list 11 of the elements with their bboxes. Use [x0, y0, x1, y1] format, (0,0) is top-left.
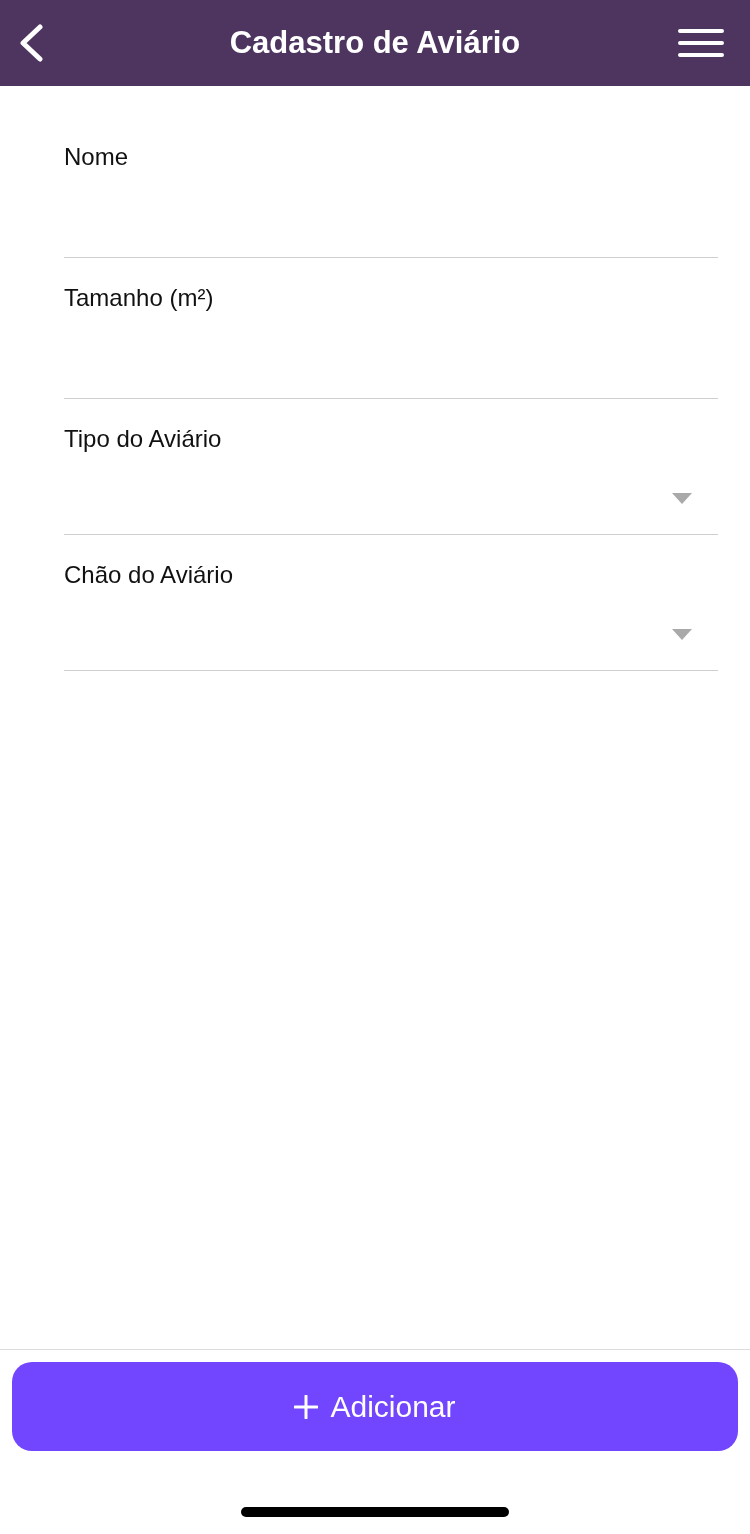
field-label: Tamanho (m²) [64, 283, 215, 313]
page-title: Cadastro de Aviário [228, 24, 522, 62]
caret-down-icon [672, 492, 692, 504]
menu-icon [678, 29, 724, 57]
chevron-left-icon [18, 24, 44, 62]
add-button[interactable]: Adicionar [12, 1362, 738, 1451]
plus-icon [294, 1394, 319, 1419]
field-label: Nome [64, 142, 130, 172]
field-label: Chão do Aviário [64, 560, 234, 590]
field-label: Tipo do Aviário [64, 424, 223, 454]
caret-down-icon [672, 628, 692, 640]
